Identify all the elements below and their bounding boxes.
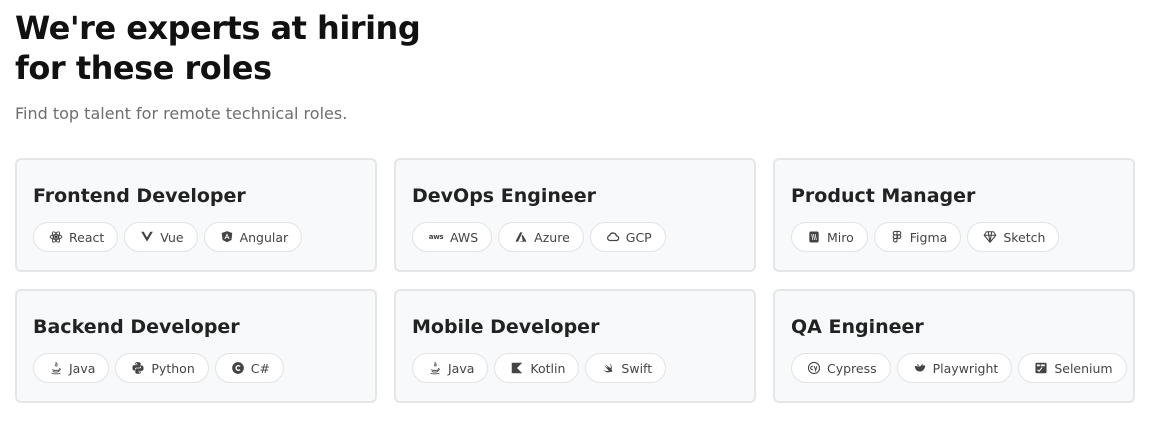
skill-label: Python (151, 360, 195, 376)
kotlin-icon (510, 361, 524, 375)
role-title: Backend Developer (33, 316, 240, 338)
skill-chip-azure[interactable]: Azure (498, 222, 584, 252)
skill-chip-swift[interactable]: Swift (585, 353, 667, 383)
java-icon (428, 361, 442, 375)
page-title-line-1: We're experts at hiring (15, 9, 421, 47)
skill-label: React (69, 229, 105, 245)
role-card-frontend-developer[interactable]: Frontend Developer React Vue Angular (15, 158, 377, 272)
skill-label: AWS (450, 229, 479, 245)
python-icon (131, 361, 145, 375)
skill-chip-react[interactable]: React (33, 222, 119, 252)
skill-list: React Vue Angular (33, 222, 359, 252)
skill-label: Figma (909, 229, 948, 245)
skill-chip-selenium[interactable]: Selenium (1018, 353, 1127, 383)
figma-icon (890, 230, 904, 244)
skill-list: aws AWS Azure GCP (412, 222, 738, 252)
sketch-icon (983, 230, 997, 244)
skill-chip-playwright[interactable]: Playwright (896, 353, 1013, 383)
skill-list: Cypress Playwright Selenium (791, 353, 1127, 383)
page-title-line-2: for these roles (15, 49, 272, 87)
skill-chip-java[interactable]: Java (33, 353, 110, 383)
miro-icon (807, 230, 821, 244)
skill-chip-python[interactable]: Python (115, 353, 209, 383)
skill-chip-sketch[interactable]: Sketch (967, 222, 1060, 252)
skill-chip-figma[interactable]: Figma (873, 222, 962, 252)
skill-chip-csharp[interactable]: C# (214, 353, 284, 383)
cypress-icon (807, 361, 821, 375)
skill-label: Cypress (827, 360, 877, 376)
angular-icon (220, 230, 234, 244)
aws-icon: aws (428, 233, 444, 241)
role-title: Frontend Developer (33, 185, 246, 207)
swift-icon (601, 361, 615, 375)
skill-label: Java (69, 360, 96, 376)
skill-label: Sketch (1003, 229, 1046, 245)
skill-label: Kotlin (530, 360, 566, 376)
skill-chip-java[interactable]: Java (412, 353, 489, 383)
skill-label: Angular (239, 229, 289, 245)
skill-label: Vue (160, 229, 184, 245)
role-title: DevOps Engineer (412, 185, 597, 207)
page-subtitle: Find top talent for remote technical rol… (15, 104, 348, 123)
skill-chip-aws[interactable]: aws AWS (412, 222, 493, 252)
skill-list: Miro Figma Sketch (791, 222, 1117, 252)
skill-list: Java Python C# (33, 353, 359, 383)
page-title: We're experts at hiring for these roles (15, 8, 435, 88)
role-card-product-manager[interactable]: Product Manager Miro Figma Sketch (773, 158, 1135, 272)
role-card-devops-engineer[interactable]: DevOps Engineer aws AWS Azure GCP (394, 158, 756, 272)
role-card-backend-developer[interactable]: Backend Developer Java Python C# (15, 289, 377, 403)
skill-label: Swift (621, 360, 653, 376)
skill-chip-vue[interactable]: Vue (124, 222, 198, 252)
skill-label: Miro (827, 229, 854, 245)
role-title: QA Engineer (791, 316, 924, 338)
skill-label: C# (250, 360, 270, 376)
selenium-icon (1034, 361, 1048, 375)
roles-grid: Frontend Developer React Vue Angular Dev… (15, 158, 1135, 403)
gcp-cloud-icon (606, 230, 620, 244)
skill-chip-miro[interactable]: Miro (791, 222, 868, 252)
role-card-qa-engineer[interactable]: QA Engineer Cypress Playwright Selenium (773, 289, 1135, 403)
react-icon (49, 230, 63, 244)
role-card-mobile-developer[interactable]: Mobile Developer Java Kotlin Swift (394, 289, 756, 403)
java-icon (49, 361, 63, 375)
skill-chip-gcp[interactable]: GCP (589, 222, 666, 252)
csharp-icon (231, 361, 245, 375)
role-title: Product Manager (791, 185, 976, 207)
vue-icon (140, 230, 154, 244)
skill-list: Java Kotlin Swift (412, 353, 738, 383)
skill-label: Selenium (1054, 360, 1113, 376)
azure-icon (514, 230, 528, 244)
skill-chip-kotlin[interactable]: Kotlin (494, 353, 580, 383)
skill-label: Java (448, 360, 475, 376)
skill-label: Playwright (932, 360, 999, 376)
playwright-icon (913, 361, 927, 375)
skill-chip-cypress[interactable]: Cypress (791, 353, 891, 383)
skill-label: GCP (625, 229, 652, 245)
skill-label: Azure (534, 229, 570, 245)
skill-chip-angular[interactable]: Angular (203, 222, 303, 252)
role-title: Mobile Developer (412, 316, 600, 338)
